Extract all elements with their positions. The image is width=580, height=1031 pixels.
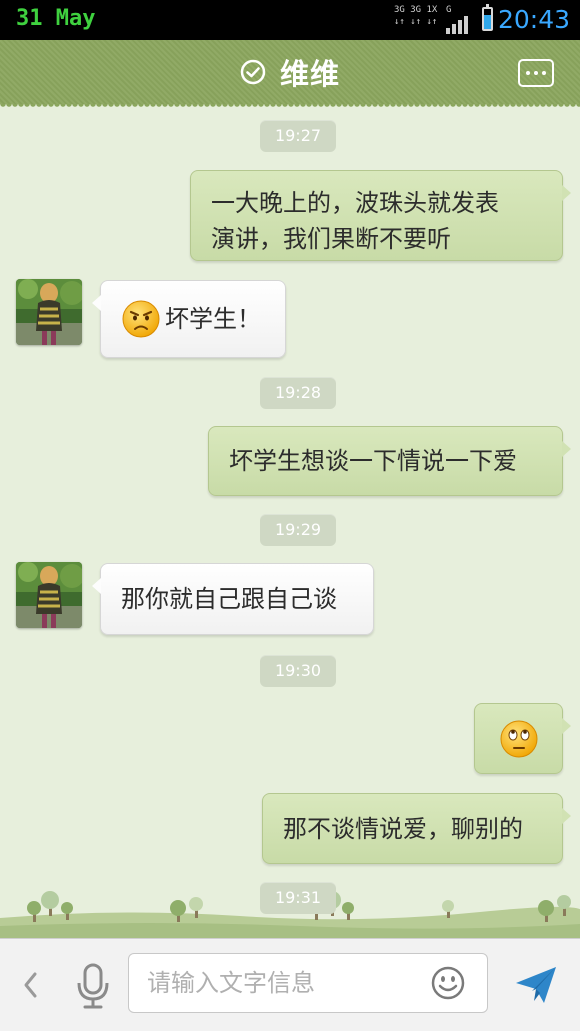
timestamp: 19:31 [260, 882, 336, 914]
network-type-label: 3G 3G 1X [394, 5, 438, 15]
avatar-image [16, 562, 82, 628]
timestamp: 19:30 [260, 655, 336, 687]
avatar-image [16, 279, 82, 345]
status-bar: 31 May 3G 3G 1X ↓↑ ↓↑ ↓↑ G 20:43 [0, 0, 580, 40]
more-dots-icon [526, 71, 530, 75]
microphone-icon[interactable] [70, 961, 116, 1011]
incoming-message[interactable]: 那你就自己跟自己谈 [92, 563, 374, 635]
eye-roll-face-icon [500, 720, 537, 757]
message-text: 那你就自己跟自己谈 [121, 585, 337, 613]
incoming-message[interactable]: 坏学生！ [92, 280, 286, 358]
network-activity-label: ↓↑ ↓↑ ↓↑ [394, 17, 438, 27]
status-date: 31 May [16, 6, 96, 31]
message-text: 一大晚上的，波珠头就发表 演讲，我们果断不要听 [211, 189, 499, 253]
timestamp: 19:28 [260, 377, 336, 409]
outgoing-message[interactable]: 坏学生想谈一下情说一下爱 [208, 426, 571, 496]
outgoing-message[interactable]: 一大晚上的，波珠头就发表 演讲，我们果断不要听 [190, 170, 571, 261]
timestamp: 19:27 [260, 120, 336, 152]
status-time: 20:43 [497, 5, 570, 34]
message-text: 坏学生想谈一下情说一下爱 [229, 447, 517, 475]
chat-title: 维维 [279, 57, 340, 91]
battery-level [484, 15, 491, 29]
chevron-left-icon [24, 972, 37, 998]
signal-type-label: G [446, 5, 452, 15]
check-circle-icon [240, 59, 266, 85]
outgoing-message[interactable]: 那不谈情说爱，聊别的 [262, 793, 571, 864]
title-bar: 维维 [0, 40, 580, 110]
signal-strength-icon [446, 16, 468, 34]
more-dots-icon [534, 71, 538, 75]
smiley-icon[interactable] [430, 965, 466, 1001]
frown-face-icon [122, 300, 160, 338]
battery-icon [482, 4, 493, 31]
more-dots-icon [542, 71, 546, 75]
more-button[interactable] [518, 59, 554, 87]
paper-plane-icon[interactable] [512, 961, 560, 1009]
message-text: 坏学生！ [165, 305, 261, 333]
message-text: 那不谈情说爱，聊别的 [283, 814, 523, 843]
outgoing-message[interactable] [474, 703, 571, 774]
chat-screen: 31 May 3G 3G 1X ↓↑ ↓↑ ↓↑ G 20:43 维维 19:2… [0, 0, 580, 1031]
contact-avatar[interactable] [16, 279, 82, 345]
timestamp: 19:29 [260, 514, 336, 546]
back-button[interactable] [10, 957, 50, 1013]
contact-avatar[interactable] [16, 562, 82, 628]
input-bar [0, 938, 580, 1031]
